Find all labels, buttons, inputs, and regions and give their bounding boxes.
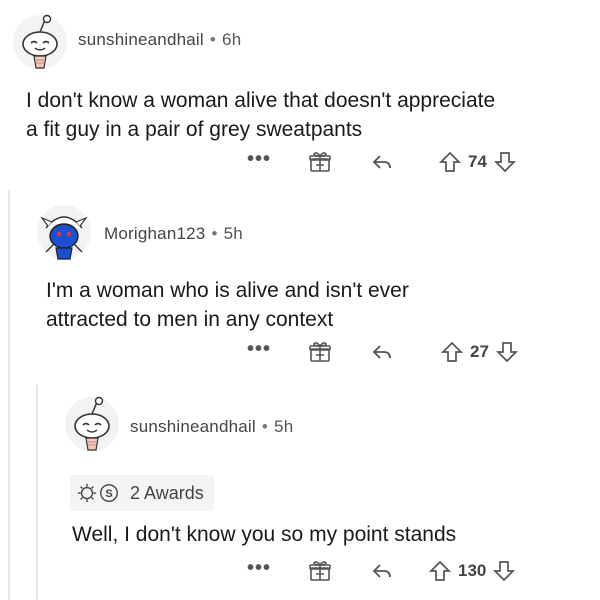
comment-actions: ••• 130 xyxy=(0,557,600,585)
snoo-avatar-icon xyxy=(65,396,119,451)
comment-line: I'm a woman who is alive and isn't ever xyxy=(46,279,409,302)
awards-badge[interactable]: S 2 Awards xyxy=(70,475,214,511)
avatar[interactable] xyxy=(64,396,120,452)
awards-count: 2 Awards xyxy=(130,482,204,503)
give-award-button[interactable] xyxy=(306,148,334,176)
upvote-arrow-icon[interactable] xyxy=(440,340,464,364)
thread-line xyxy=(8,190,10,600)
meta-separator: • xyxy=(211,224,218,243)
give-award-button[interactable] xyxy=(306,557,334,585)
comment-author: sunshineandhail • 6h xyxy=(78,30,241,50)
comment-body: I don't know a woman alive that doesn't … xyxy=(26,86,495,144)
more-options-button[interactable]: ••• xyxy=(245,338,273,366)
wholesome-award-icon xyxy=(77,483,97,503)
comment-timestamp: 5h xyxy=(274,417,294,436)
reply-arrow-icon xyxy=(372,345,391,359)
reply-button[interactable] xyxy=(368,148,396,176)
more-options-icon: ••• xyxy=(246,557,271,579)
comment-body: I'm a woman who is alive and isn't ever … xyxy=(46,276,409,334)
vote-controls: 74 xyxy=(438,148,558,176)
reply-arrow-icon xyxy=(372,155,391,169)
comment-timestamp: 5h xyxy=(223,224,243,243)
avatar[interactable] xyxy=(12,14,68,70)
gift-award-icon xyxy=(309,342,331,362)
comment-timestamp: 6h xyxy=(222,30,242,49)
comment-body: Well, I don't know you so my point stand… xyxy=(72,520,456,549)
comment-actions: ••• 27 xyxy=(0,338,600,366)
downvote-arrow-icon[interactable] xyxy=(493,150,517,174)
reply-button[interactable] xyxy=(368,557,396,585)
comment-line: attracted to men in any context xyxy=(46,308,334,331)
more-options-icon: ••• xyxy=(246,148,271,170)
meta-separator: • xyxy=(209,30,217,49)
silver-award-icon: S xyxy=(100,484,118,502)
downvote-arrow-icon[interactable] xyxy=(492,559,516,583)
svg-text:S: S xyxy=(105,488,112,500)
downvote-arrow-icon[interactable] xyxy=(495,340,519,364)
give-award-button[interactable] xyxy=(306,338,334,366)
vote-controls: 27 xyxy=(440,338,560,366)
username-link[interactable]: Morighan123 xyxy=(104,224,205,243)
snoo-avatar-icon xyxy=(13,14,67,69)
comment-line: a fit guy in a pair of grey sweatpants xyxy=(26,118,363,141)
snoo-avatar-icon xyxy=(37,205,91,260)
more-options-button[interactable]: ••• xyxy=(245,148,273,176)
comment-actions: ••• 74 xyxy=(0,148,600,176)
gift-award-icon xyxy=(309,561,331,581)
upvote-arrow-icon[interactable] xyxy=(428,559,452,583)
reply-arrow-icon xyxy=(372,564,391,578)
comment-author: Morighan123 • 5h xyxy=(104,224,243,244)
vote-controls: 130 xyxy=(428,557,558,585)
more-options-button[interactable]: ••• xyxy=(245,557,273,585)
award-icons: S xyxy=(76,482,120,504)
reply-button[interactable] xyxy=(368,338,396,366)
username-link[interactable]: sunshineandhail xyxy=(78,30,204,49)
avatar[interactable] xyxy=(36,204,92,260)
upvote-arrow-icon[interactable] xyxy=(438,150,462,174)
comment-line: Well, I don't know you so my point stand… xyxy=(72,523,457,546)
meta-separator: • xyxy=(261,417,269,436)
username-link[interactable]: sunshineandhail xyxy=(130,417,256,436)
vote-count: 74 xyxy=(468,152,487,171)
vote-count: 130 xyxy=(458,561,487,580)
more-options-icon: ••• xyxy=(246,338,271,360)
gift-award-icon xyxy=(309,152,331,172)
vote-count: 27 xyxy=(470,342,489,361)
comment-line: I don't know a woman alive that doesn't … xyxy=(26,89,496,112)
comment-author: sunshineandhail • 5h xyxy=(130,417,293,437)
